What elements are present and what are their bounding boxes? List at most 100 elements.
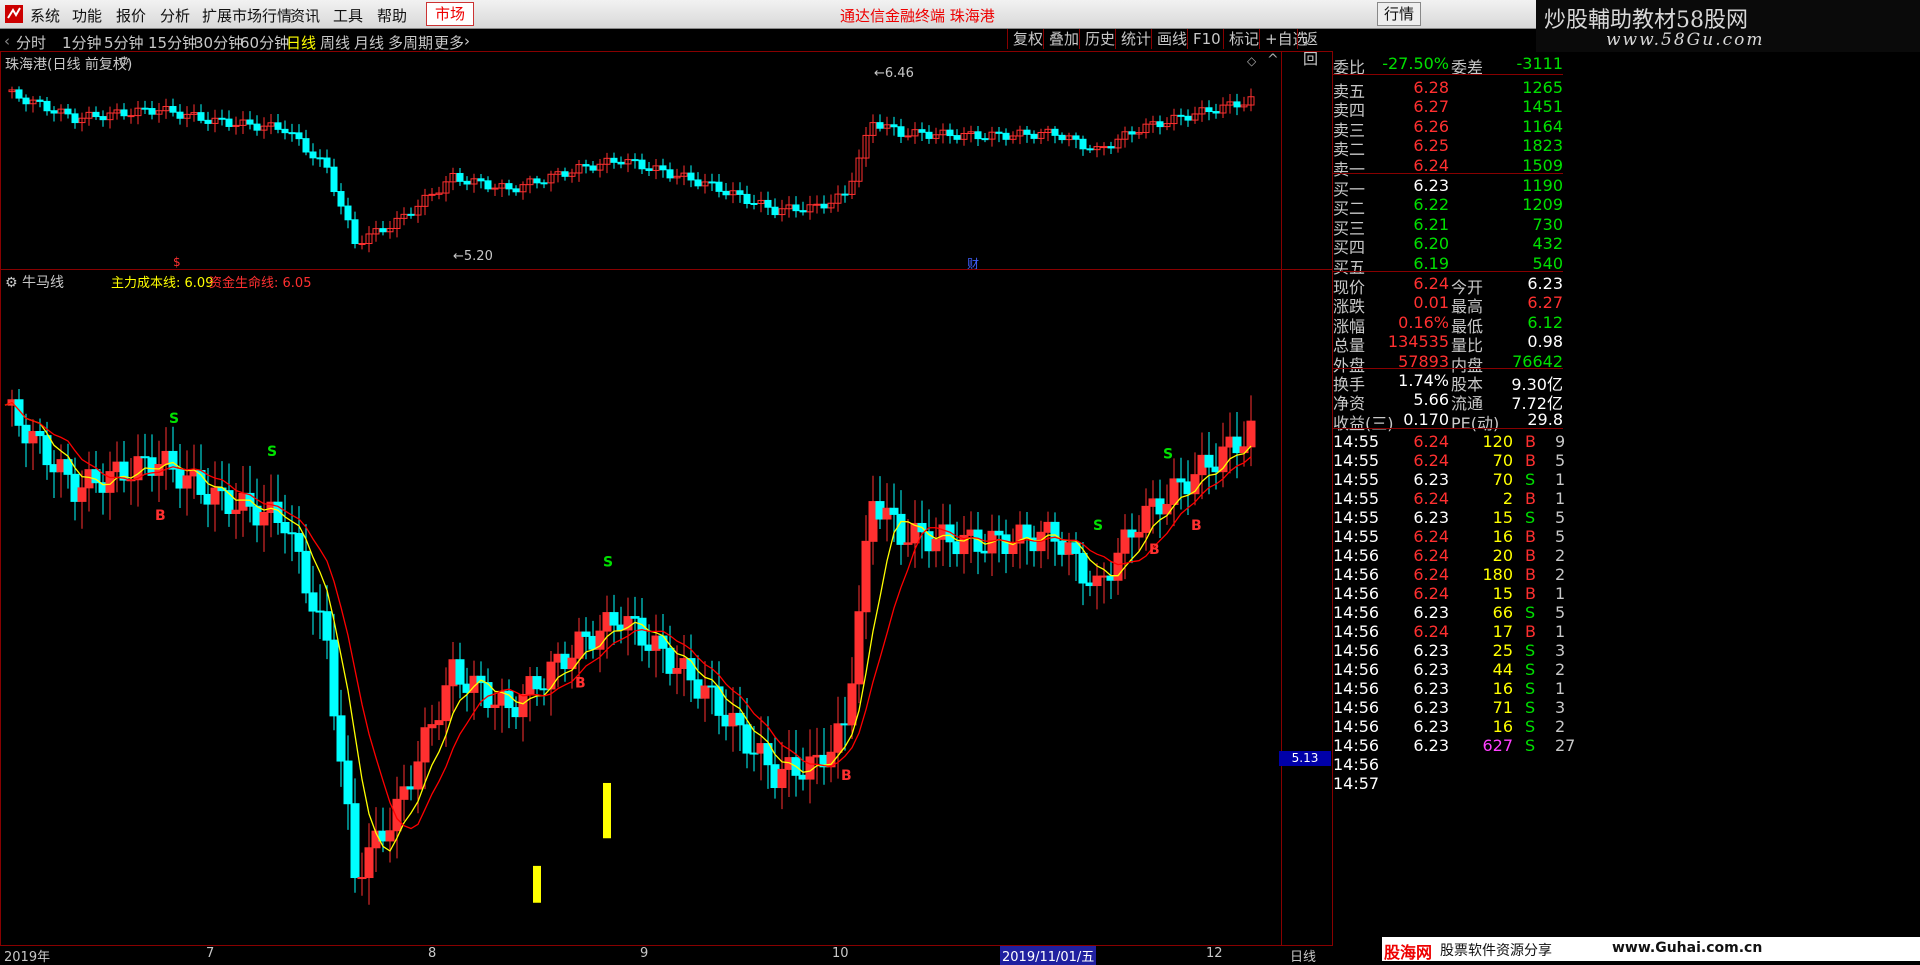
candle-body	[833, 723, 843, 753]
candle-body	[441, 685, 451, 722]
period-more[interactable]: 更多	[434, 32, 464, 53]
buy-signal: B	[155, 508, 166, 524]
candle-body	[323, 157, 331, 168]
date-label: 2019年	[4, 950, 51, 965]
candle-body	[141, 107, 149, 110]
event-marker[interactable]: $	[173, 255, 181, 269]
candle-body	[295, 132, 303, 140]
period-30min[interactable]: 30分钟	[194, 32, 243, 53]
menu-news[interactable]: 资讯	[290, 5, 320, 26]
main-kline-pane[interactable]: 珠海港(日线 前复权) ⚙ ◇ ^ 6.406.206.005.805.605.…	[0, 51, 1333, 271]
ask-row: 卖五 6.28 1265	[1333, 78, 1563, 101]
menu-help[interactable]: 帮助	[377, 5, 407, 26]
candle-body	[330, 166, 338, 193]
candle-body	[638, 159, 646, 170]
candle-body	[280, 521, 290, 534]
weibi-row: 委比 -27.50% 委差 -3111	[1333, 54, 1563, 77]
candle-body	[953, 135, 961, 140]
candle-body	[742, 724, 752, 754]
btn-draw[interactable]: 画线	[1151, 29, 1192, 49]
menu-function[interactable]: 功能	[72, 5, 102, 26]
candle-body	[1128, 131, 1136, 135]
menu-extended-market[interactable]: 扩展市场行情	[202, 5, 292, 26]
bid-row: 买三 6.21 730	[1333, 214, 1563, 238]
btn-f10[interactable]: F10	[1187, 29, 1226, 49]
indicator-pane[interactable]: ⚙ 牛马线 主力成本线: 6.09 资金生命线: 6.05 6.406.306.…	[0, 269, 1333, 947]
candle-body	[92, 111, 100, 118]
candle-body	[1002, 132, 1010, 140]
period-weekly[interactable]: 周线	[320, 32, 350, 53]
candle-body	[896, 513, 906, 545]
candle-body	[610, 157, 618, 163]
btn-adjust[interactable]: 复权	[1007, 29, 1048, 49]
candle-body	[77, 487, 87, 502]
candle-body	[1205, 107, 1213, 113]
candle-body	[148, 108, 156, 115]
candle-body	[505, 183, 513, 190]
tick-row: 14:56 6.24 17 B 1	[1333, 622, 1566, 641]
candle-body	[35, 431, 45, 437]
period-5min[interactable]: 5分钟	[104, 32, 144, 53]
candle-body	[1177, 114, 1185, 117]
tick-row: 14:55 6.23 15 S 5	[1333, 508, 1566, 527]
stat-row: 涨跌 0.01 最高 6.27	[1333, 293, 1563, 317]
chevron-right-icon[interactable]: ›	[464, 32, 470, 50]
candle-body	[154, 464, 164, 476]
candle-body	[316, 157, 324, 160]
menu-tools[interactable]: 工具	[333, 5, 363, 26]
chevron-left-icon[interactable]: ‹	[4, 32, 10, 50]
candle-body	[1079, 138, 1087, 150]
candle-body	[309, 151, 317, 159]
btn-mark[interactable]: 标记	[1223, 29, 1264, 49]
menu-quote[interactable]: 报价	[116, 5, 146, 26]
btn-history[interactable]: 历史	[1079, 29, 1120, 49]
ask-row: 卖三 6.26 1164	[1333, 116, 1563, 140]
candle-body	[281, 128, 289, 134]
period-15min[interactable]: 15分钟	[148, 32, 197, 53]
tick-row: 14:55 6.23 70 S 1	[1333, 470, 1566, 489]
menu-analysis[interactable]: 分析	[160, 5, 190, 26]
candle-body	[301, 550, 311, 594]
period-toolbar: ‹ 分时 1分钟 5分钟 15分钟 30分钟 60分钟 日线 周线 月线 多周期…	[0, 29, 1333, 68]
candle-body	[687, 172, 695, 181]
candle-body	[1030, 133, 1038, 139]
candle-body	[617, 161, 625, 165]
period-multi[interactable]: 多周期	[388, 32, 433, 53]
btn-stats[interactable]: 统计	[1115, 29, 1156, 49]
candle-body	[897, 126, 905, 137]
sell-signal: S	[1163, 446, 1173, 462]
candle-body	[735, 712, 745, 726]
candle-body	[22, 97, 30, 105]
candle-body	[561, 171, 569, 177]
candle-body	[463, 180, 471, 185]
bid-row: 买二 6.22 1209	[1333, 195, 1563, 219]
candle-body	[43, 100, 51, 112]
stat-row: 收益(三) 0.170 PE(动) 29.8	[1333, 409, 1563, 433]
candle-body	[1184, 115, 1192, 121]
candle-body	[225, 118, 233, 127]
tick-row: 14:56 6.23 16 S 2	[1333, 717, 1566, 736]
stat-row: 换手 1.74% 股本 9.30亿	[1333, 371, 1563, 394]
btn-overlay[interactable]: 叠加	[1043, 29, 1084, 49]
menu-system[interactable]: 系统	[30, 5, 60, 26]
highlight-bar	[533, 865, 541, 903]
candle-body	[176, 111, 184, 119]
candle-body	[392, 798, 402, 832]
candle-body	[1246, 420, 1256, 448]
candle-body	[491, 187, 499, 190]
tick-row: 14:56 6.23 25 S 3	[1333, 641, 1566, 660]
period-1min[interactable]: 1分钟	[62, 32, 102, 53]
period-monthly[interactable]: 月线	[354, 32, 384, 53]
candle-body	[532, 676, 542, 690]
market-button[interactable]: 市场	[426, 2, 475, 26]
quote-button[interactable]: 行情	[1377, 2, 1422, 26]
period-intraday[interactable]: 分时	[16, 32, 46, 53]
candle-body	[700, 685, 710, 699]
btn-back[interactable]: 返回	[1297, 29, 1333, 68]
candle-body	[777, 768, 787, 789]
period-daily[interactable]: 日线	[286, 32, 316, 53]
date-label: 10	[832, 946, 849, 961]
period-60min[interactable]: 60分钟	[240, 32, 289, 53]
candle-body	[1051, 128, 1059, 136]
divider	[1333, 428, 1563, 429]
